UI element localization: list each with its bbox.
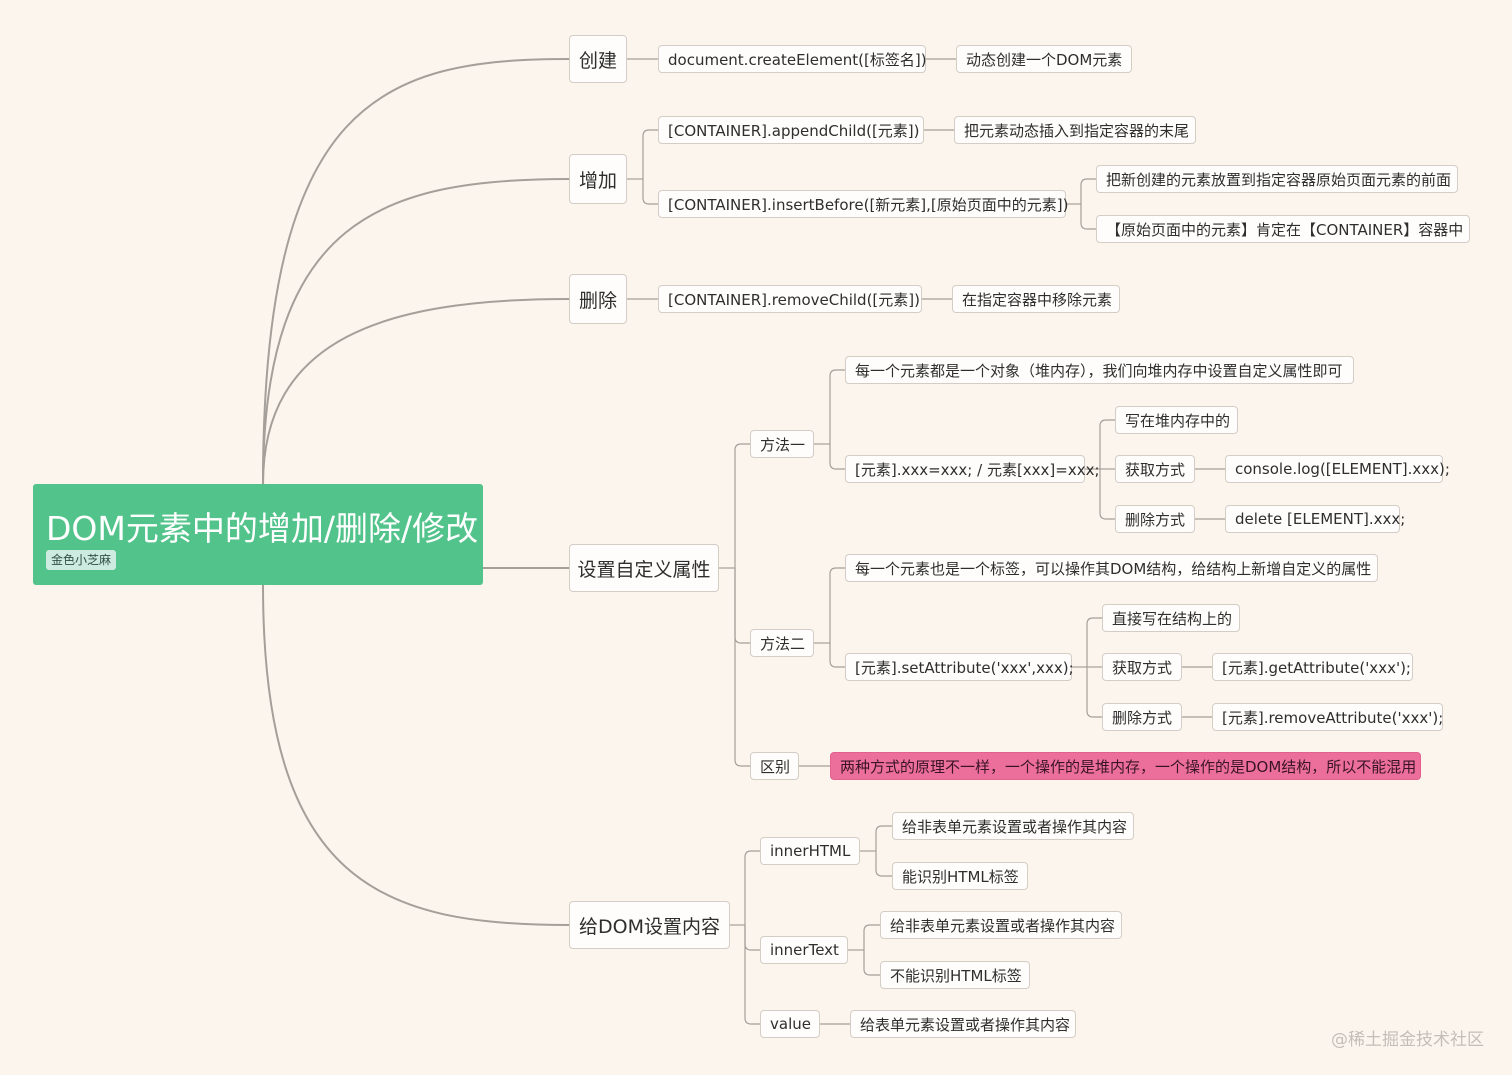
- mind-map-node-m1-a[interactable]: 每一个元素都是一个对象（堆内存），我们向堆内存中设置自定义属性即可: [845, 356, 1354, 384]
- link-m2-m2-b: [829, 643, 845, 668]
- link-m1-b-m1-b-3: [1099, 469, 1115, 520]
- mind-map-node-content[interactable]: 给DOM设置内容: [569, 901, 730, 949]
- link-add-add-2: [642, 179, 658, 205]
- mind-map-node-val-1[interactable]: 给表单元素设置或者操作其内容: [850, 1010, 1076, 1038]
- mind-map-node-m2-b[interactable]: [元素].setAttribute('xxx',xxx);: [845, 653, 1074, 681]
- link-add-2-add-2-1: [1080, 178, 1096, 204]
- link-m2-m2-a: [829, 567, 845, 643]
- mind-map-node-m2[interactable]: 方法二: [750, 629, 814, 657]
- link-attr-m1: [734, 443, 750, 568]
- link-attr-m2: [734, 568, 750, 644]
- root-topic-label-tag: 金色小芝麻: [46, 550, 117, 570]
- mind-map-node-m2-b-1[interactable]: 直接写在结构上的: [1102, 604, 1240, 632]
- root-topic[interactable]: DOM元素中的增加/删除/修改 金色小芝麻: [33, 484, 483, 585]
- watermark: @稀土掘金技术社区: [1331, 1030, 1484, 1050]
- link-m2-b-m2-b-1: [1086, 617, 1102, 667]
- mind-map-node-add-1-1[interactable]: 把元素动态插入到指定容器的末尾: [954, 116, 1196, 144]
- mind-map-node-it-1[interactable]: 给非表单元素设置或者操作其内容: [880, 911, 1122, 939]
- mind-map-node-add-1[interactable]: [CONTAINER].appendChild([元素]): [658, 116, 924, 144]
- mind-map-node-m1[interactable]: 方法一: [750, 430, 814, 458]
- mind-map-node-diff-1[interactable]: 两种方式的原理不一样，一个操作的是堆内存，一个操作的是DOM结构，所以不能混用: [830, 752, 1421, 780]
- mind-map-node-m1-b[interactable]: [元素].xxx=xxx; / 元素[xxx]=xxx;: [845, 455, 1100, 483]
- mind-map-node-del[interactable]: 删除: [569, 274, 627, 324]
- link-root-add: [262, 178, 570, 485]
- mind-map-node-val[interactable]: value: [760, 1010, 820, 1038]
- mind-map-node-add-2[interactable]: [CONTAINER].insertBefore([新元素],[原始页面中的元素…: [658, 190, 1068, 218]
- mind-map-node-m2-b-2-1[interactable]: [元素].getAttribute('xxx');: [1212, 653, 1413, 681]
- mind-map-node-m2-a[interactable]: 每一个元素也是一个标签，可以操作其DOM结构，给结构上新增自定义的属性: [845, 554, 1378, 582]
- mind-map-node-ih-2[interactable]: 能识别HTML标签: [892, 862, 1028, 890]
- mind-map-node-ih-1[interactable]: 给非表单元素设置或者操作其内容: [892, 812, 1134, 840]
- mind-map-node-del-1-1[interactable]: 在指定容器中移除元素: [952, 285, 1120, 313]
- mind-map-node-m1-b-3[interactable]: 删除方式: [1115, 505, 1195, 533]
- mind-map-node-add-2-1[interactable]: 把新创建的元素放置到指定容器原始页面元素的前面: [1096, 165, 1458, 193]
- link-m1-b-m1-b-1: [1099, 419, 1115, 469]
- mind-map-node-m1-b-2-1[interactable]: console.log([ELEMENT].xxx);: [1225, 455, 1450, 483]
- mind-map-node-m1-b-2[interactable]: 获取方式: [1115, 455, 1195, 483]
- root-topic-title: DOM元素中的增加/删除/修改: [46, 509, 479, 548]
- link-attr-diff: [734, 568, 750, 767]
- mind-map-node-it[interactable]: innerText: [760, 936, 848, 964]
- link-m1-m1-a: [829, 369, 845, 444]
- mind-map-node-create-1[interactable]: document.createElement([标签名]): [658, 45, 927, 73]
- mind-map-node-del-1[interactable]: [CONTAINER].removeChild([元素]): [658, 285, 922, 313]
- mind-map-canvas: DOM元素中的增加/删除/修改 金色小芝麻 创建 document.createE…: [0, 0, 1512, 1075]
- link-it-it-1: [863, 924, 880, 950]
- mind-map-node-it-2[interactable]: 不能识别HTML标签: [880, 961, 1030, 989]
- mind-map-node-m2-b-3[interactable]: 删除方式: [1102, 703, 1182, 731]
- mind-map-node-diff[interactable]: 区别: [750, 752, 799, 780]
- mind-map-node-add-2-2[interactable]: 【原始页面中的元素】肯定在【CONTAINER】容器中: [1096, 215, 1470, 243]
- link-it-it-2: [863, 950, 880, 976]
- mind-map-node-ih[interactable]: innerHTML: [760, 837, 860, 865]
- link-content-ih: [744, 850, 760, 925]
- link-content-it: [744, 925, 760, 951]
- mind-map-node-create[interactable]: 创建: [569, 35, 627, 83]
- mind-map-node-m2-b-3-1[interactable]: [元素].removeAttribute('xxx');: [1212, 703, 1443, 731]
- mind-map-node-add[interactable]: 增加: [569, 154, 627, 204]
- link-add-add-1: [642, 129, 658, 179]
- link-ih-ih-1: [875, 825, 892, 851]
- link-m1-m1-b: [829, 444, 845, 470]
- mind-map-node-m1-b-3-1[interactable]: delete [ELEMENT].xxx;: [1225, 505, 1405, 533]
- link-ih-ih-2: [875, 851, 892, 877]
- mind-map-node-create-1-1[interactable]: 动态创建一个DOM元素: [956, 45, 1132, 73]
- link-root-create: [262, 58, 570, 485]
- mind-map-node-m1-b-1[interactable]: 写在堆内存中的: [1115, 406, 1238, 434]
- link-add-2-add-2-2: [1080, 204, 1096, 230]
- mind-map-node-attr[interactable]: 设置自定义属性: [569, 544, 719, 592]
- link-root-del: [262, 298, 570, 485]
- link-content-val: [744, 925, 760, 1025]
- mind-map-node-m2-b-2[interactable]: 获取方式: [1102, 653, 1182, 681]
- link-root-content: [262, 584, 570, 926]
- link-m2-b-m2-b-3: [1086, 667, 1102, 718]
